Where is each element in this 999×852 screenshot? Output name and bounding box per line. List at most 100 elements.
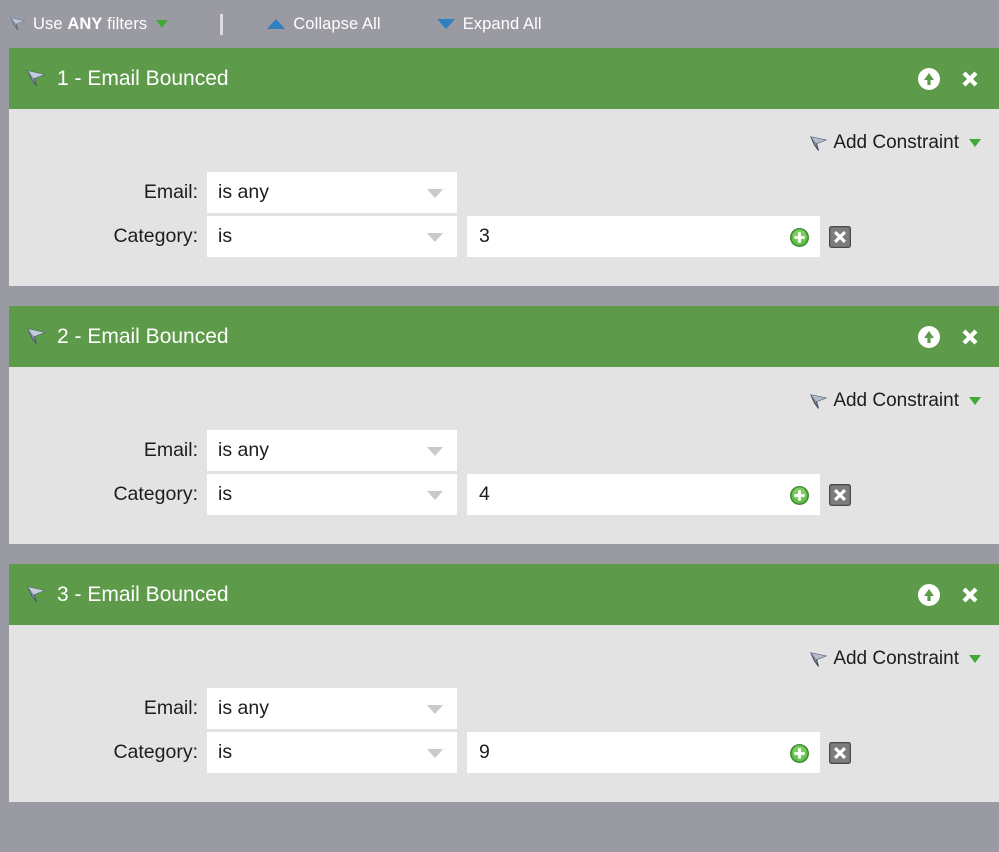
constraint-operator-select[interactable]: is any (207, 172, 457, 213)
filter-panel-header: 1 - Email Bounced (9, 48, 999, 109)
add-constraint-label: Add Constraint (833, 648, 959, 669)
use-any-filters-label: Use ANY filters (33, 15, 147, 34)
caret-down-green-icon[interactable] (156, 20, 169, 28)
constraint-field-label: Category: (113, 741, 198, 763)
constraint-value-placeholder (457, 688, 820, 729)
filter-panel-title-group: 3 - Email Bounced (25, 583, 917, 607)
constraint-value-placeholder (457, 430, 820, 471)
constraint-row: Email: is any (9, 688, 999, 729)
constraint-row: Email: is any (9, 430, 999, 471)
constraint-field-label: Category: (113, 225, 198, 247)
constraint-field-label: Email: (143, 181, 198, 203)
filter-panel-header: 3 - Email Bounced (9, 564, 999, 625)
close-panel-icon[interactable] (958, 583, 982, 607)
use-filters-prefix: Use (33, 14, 68, 33)
filter-panel-header-actions (917, 67, 982, 91)
funnel-icon (25, 325, 48, 348)
chevron-down-icon (427, 446, 443, 456)
caret-down-green-icon[interactable] (969, 655, 981, 663)
constraint-row: Email: is any (9, 172, 999, 213)
filter-panel-body: Add Constraint Email: is any Category: i… (9, 367, 999, 544)
add-constraint-row: Add Constraint (9, 367, 999, 412)
constraint-value-field-wrap (467, 732, 820, 773)
collapse-panel-icon[interactable] (917, 325, 941, 349)
filters-toolbar: Use ANY filters Collapse All Expand All (0, 0, 999, 48)
constraint-operator-value: is any (218, 181, 269, 203)
chevron-down-icon (427, 232, 443, 242)
funnel-icon (25, 583, 48, 606)
filter-panel-body: Add Constraint Email: is any Category: i… (9, 625, 999, 802)
filter-panel-title: 2 - Email Bounced (57, 324, 229, 348)
constraint-row: Category: is (9, 732, 999, 773)
constraint-operator-select[interactable]: is (207, 216, 457, 257)
filter-panel-body: Add Constraint Email: is any Category: i… (9, 109, 999, 286)
constraint-value-input[interactable] (467, 732, 781, 773)
constraint-operator-value: is (218, 483, 233, 505)
filter-panel-list: 1 - Email Bounced Add Constraint Email: … (0, 48, 999, 802)
caret-down-green-icon[interactable] (969, 397, 981, 405)
funnel-icon (808, 133, 829, 154)
funnel-icon (9, 15, 27, 33)
delete-row-icon[interactable] (829, 225, 851, 248)
filter-panel: 3 - Email Bounced Add Constraint Email: … (9, 564, 999, 802)
constraint-operator-select[interactable]: is any (207, 430, 457, 471)
funnel-icon (808, 649, 829, 670)
use-filters-suffix: filters (102, 14, 148, 33)
filter-panel-header-actions (917, 325, 982, 349)
constraint-operator-select[interactable]: is (207, 732, 457, 773)
add-constraint-button[interactable]: Add Constraint (808, 648, 981, 670)
add-row-icon[interactable] (789, 743, 810, 764)
constraint-list: Email: is any Category: is (9, 688, 999, 773)
filter-panel-title: 1 - Email Bounced (57, 66, 229, 90)
constraint-list: Email: is any Category: is (9, 430, 999, 515)
chevron-down-icon (427, 704, 443, 714)
constraint-field-label: Category: (113, 483, 198, 505)
constraint-value-field-wrap (467, 474, 820, 515)
constraint-value-input[interactable] (467, 216, 781, 257)
triangle-up-blue-icon (267, 19, 286, 29)
filter-panel-header: 2 - Email Bounced (9, 306, 999, 367)
chevron-down-icon (427, 490, 443, 500)
add-constraint-row: Add Constraint (9, 109, 999, 154)
add-row-icon[interactable] (789, 485, 810, 506)
filter-panel-title-group: 2 - Email Bounced (25, 325, 917, 349)
add-constraint-label: Add Constraint (833, 390, 959, 411)
filter-panel-title-group: 1 - Email Bounced (25, 67, 917, 91)
constraint-field-label: Email: (143, 439, 198, 461)
use-filters-mode: ANY (67, 14, 103, 33)
filter-panel-header-actions (917, 583, 982, 607)
constraint-value-field-wrap (467, 216, 820, 257)
delete-row-icon[interactable] (829, 483, 851, 506)
constraint-operator-select[interactable]: is (207, 474, 457, 515)
add-constraint-button[interactable]: Add Constraint (808, 132, 981, 154)
constraint-operator-value: is any (218, 439, 269, 461)
collapse-all-button[interactable]: Collapse All (267, 14, 381, 34)
use-any-filters-button[interactable]: Use ANY filters (9, 15, 169, 34)
add-constraint-button[interactable]: Add Constraint (808, 390, 981, 412)
expand-all-button[interactable]: Expand All (436, 14, 542, 34)
delete-row-icon[interactable] (829, 741, 851, 764)
constraint-field-label: Email: (143, 697, 198, 719)
filter-panel: 1 - Email Bounced Add Constraint Email: … (9, 48, 999, 286)
caret-down-green-icon[interactable] (969, 139, 981, 147)
collapse-panel-icon[interactable] (917, 583, 941, 607)
constraint-value-input[interactable] (467, 474, 781, 515)
constraint-operator-value: is (218, 225, 233, 247)
add-row-icon[interactable] (789, 227, 810, 248)
constraint-row: Category: is (9, 474, 999, 515)
close-panel-icon[interactable] (958, 67, 982, 91)
constraint-operator-value: is any (218, 697, 269, 719)
close-panel-icon[interactable] (958, 325, 982, 349)
filter-panel: 2 - Email Bounced Add Constraint Email: … (9, 306, 999, 544)
chevron-down-icon (427, 748, 443, 758)
add-constraint-row: Add Constraint (9, 625, 999, 670)
expand-all-label: Expand All (462, 14, 542, 33)
funnel-icon (808, 391, 829, 412)
constraint-operator-select[interactable]: is any (207, 688, 457, 729)
funnel-icon (25, 67, 48, 90)
toolbar-separator (220, 13, 224, 35)
collapse-panel-icon[interactable] (917, 67, 941, 91)
add-constraint-label: Add Constraint (833, 132, 959, 153)
chevron-down-icon (427, 188, 443, 198)
collapse-all-label: Collapse All (293, 14, 381, 33)
